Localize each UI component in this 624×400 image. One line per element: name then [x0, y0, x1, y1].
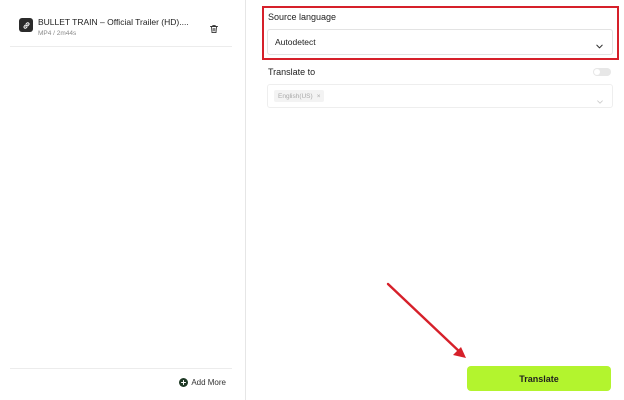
link-icon	[19, 18, 33, 32]
file-meta: MP4 / 2m44s	[38, 30, 77, 37]
translate-button[interactable]: Translate	[467, 366, 611, 391]
chevron-down-icon	[596, 93, 604, 104]
file-list-item[interactable]: BULLET TRAIN – Official Trailer (HD)....…	[10, 8, 232, 47]
language-tag: English(US) ×	[274, 90, 325, 102]
add-more-button[interactable]: Add More	[179, 378, 226, 387]
toggle-knob	[594, 69, 600, 75]
translate-to-toggle[interactable]	[593, 68, 611, 76]
translate-to-label: Translate to	[268, 67, 316, 77]
file-list-panel: BULLET TRAIN – Official Trailer (HD)....…	[0, 0, 246, 400]
annotation-arrow	[386, 282, 466, 358]
file-list-footer: Add More	[10, 368, 232, 400]
add-more-label: Add More	[191, 378, 226, 387]
highlight-annotation-box	[262, 6, 619, 60]
plus-circle-icon	[179, 378, 189, 387]
app-window: BULLET TRAIN – Official Trailer (HD)....…	[0, 0, 624, 400]
target-language-select: English(US) ×	[267, 84, 613, 108]
trash-icon[interactable]	[209, 21, 219, 34]
file-title: BULLET TRAIN – Official Trailer (HD)....	[38, 17, 189, 27]
close-icon: ×	[316, 92, 321, 100]
language-tag-label: English(US)	[278, 92, 313, 100]
